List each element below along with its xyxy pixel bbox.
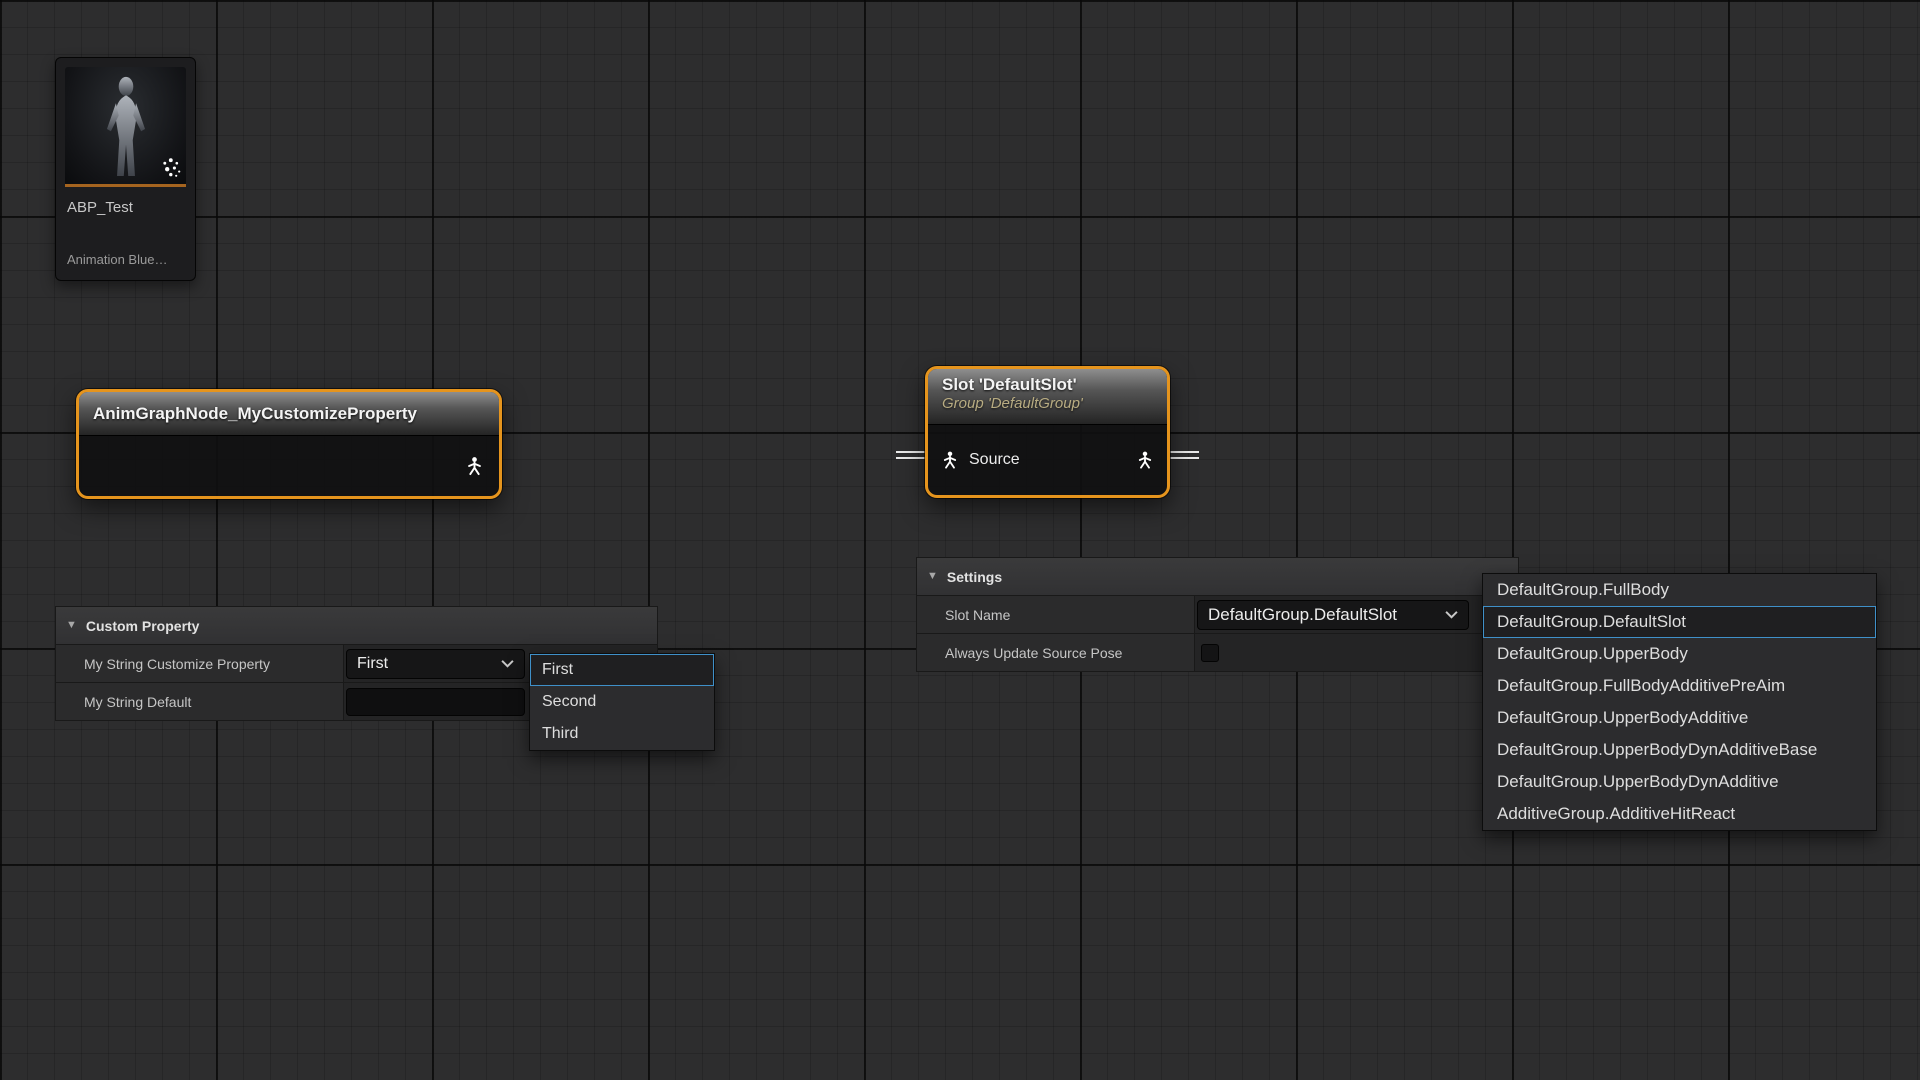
output-pose-pin[interactable] bbox=[464, 456, 485, 477]
chevron-down-icon bbox=[1445, 610, 1458, 619]
section-title: Settings bbox=[947, 569, 1002, 585]
node-title: AnimGraphNode_MyCustomizeProperty bbox=[93, 404, 417, 424]
slot-node-title: Slot 'DefaultSlot' bbox=[942, 375, 1153, 395]
slot-node-subtitle: Group 'DefaultGroup' bbox=[942, 395, 1153, 412]
settings-section-header[interactable]: ▼ Settings bbox=[916, 557, 1519, 596]
slot-node[interactable]: Slot 'DefaultSlot' Group 'DefaultGroup' … bbox=[925, 366, 1170, 498]
dropdown-item[interactable]: First bbox=[530, 654, 714, 686]
collapse-arrow-icon: ▼ bbox=[927, 571, 938, 582]
dropdown-item[interactable]: Third bbox=[530, 718, 714, 750]
collapse-arrow-icon: ▼ bbox=[66, 620, 77, 631]
dropdown-item[interactable]: DefaultGroup.UpperBodyDynAdditive bbox=[1483, 766, 1876, 798]
asset-name: ABP_Test bbox=[56, 187, 195, 216]
custom-property-section-header[interactable]: ▼ Custom Property bbox=[55, 606, 658, 645]
pose-wire-right[interactable] bbox=[1169, 451, 1199, 459]
dropdown-item[interactable]: DefaultGroup.DefaultSlot bbox=[1483, 606, 1876, 638]
asset-type-label: Animation Blue… bbox=[67, 252, 167, 267]
my-string-customize-combo[interactable]: First bbox=[346, 649, 525, 679]
property-label: My String Customize Property bbox=[56, 645, 344, 682]
property-row-slot-name: Slot Name DefaultGroup.DefaultSlot bbox=[916, 596, 1519, 634]
dropdown-item[interactable]: Second bbox=[530, 686, 714, 718]
node-body bbox=[79, 436, 499, 496]
section-title: Custom Property bbox=[86, 618, 200, 634]
mannequin-figure-icon bbox=[92, 73, 160, 185]
combo-selected-value: DefaultGroup.DefaultSlot bbox=[1208, 605, 1397, 625]
property-value-cell bbox=[1195, 634, 1518, 671]
dropdown-item[interactable]: DefaultGroup.FullBody bbox=[1483, 574, 1876, 606]
pose-wire-left[interactable] bbox=[896, 451, 926, 459]
pose-pin-icon bbox=[464, 456, 485, 477]
string-property-dropdown-list: First Second Third bbox=[529, 653, 715, 751]
pose-pin-icon bbox=[940, 450, 960, 470]
combo-selected-value: First bbox=[357, 655, 388, 673]
slot-name-dropdown-list: DefaultGroup.FullBody DefaultGroup.Defau… bbox=[1482, 573, 1877, 831]
anim-graph-node-custom-property[interactable]: AnimGraphNode_MyCustomizeProperty bbox=[76, 389, 502, 499]
always-update-source-pose-checkbox[interactable] bbox=[1201, 644, 1219, 662]
node-body: Source bbox=[928, 425, 1167, 495]
animation-particles-icon bbox=[160, 156, 184, 180]
node-header[interactable]: Slot 'DefaultSlot' Group 'DefaultGroup' bbox=[928, 369, 1167, 425]
dropdown-item[interactable]: DefaultGroup.UpperBody bbox=[1483, 638, 1876, 670]
property-label: My String Default bbox=[56, 683, 344, 720]
chevron-down-icon bbox=[501, 659, 514, 668]
asset-thumbnail[interactable] bbox=[65, 67, 186, 187]
output-pose-pin[interactable] bbox=[1135, 450, 1155, 470]
slot-name-combo[interactable]: DefaultGroup.DefaultSlot bbox=[1197, 600, 1469, 630]
my-string-default-input[interactable] bbox=[346, 688, 525, 716]
property-value-cell: DefaultGroup.DefaultSlot bbox=[1195, 596, 1518, 633]
property-label: Slot Name bbox=[917, 596, 1195, 633]
settings-panel: ▼ Settings Slot Name DefaultGroup.Defaul… bbox=[916, 557, 1519, 672]
property-row-always-update-source-pose: Always Update Source Pose bbox=[916, 634, 1519, 672]
source-pin-label: Source bbox=[969, 451, 1020, 469]
source-input-pin[interactable]: Source bbox=[940, 450, 1020, 470]
property-label: Always Update Source Pose bbox=[917, 634, 1195, 671]
asset-card-abp-test[interactable]: ABP_Test Animation Blue… bbox=[55, 57, 196, 281]
node-header[interactable]: AnimGraphNode_MyCustomizeProperty bbox=[79, 392, 499, 436]
animgraph-canvas[interactable]: { "asset_card": { "name": "ABP_Test", "t… bbox=[0, 0, 1920, 1080]
dropdown-item[interactable]: DefaultGroup.FullBodyAdditivePreAim bbox=[1483, 670, 1876, 702]
dropdown-item[interactable]: DefaultGroup.UpperBodyDynAdditiveBase bbox=[1483, 734, 1876, 766]
dropdown-item[interactable]: DefaultGroup.UpperBodyAdditive bbox=[1483, 702, 1876, 734]
pose-pin-icon bbox=[1135, 450, 1155, 470]
dropdown-item[interactable]: AdditiveGroup.AdditiveHitReact bbox=[1483, 798, 1876, 830]
